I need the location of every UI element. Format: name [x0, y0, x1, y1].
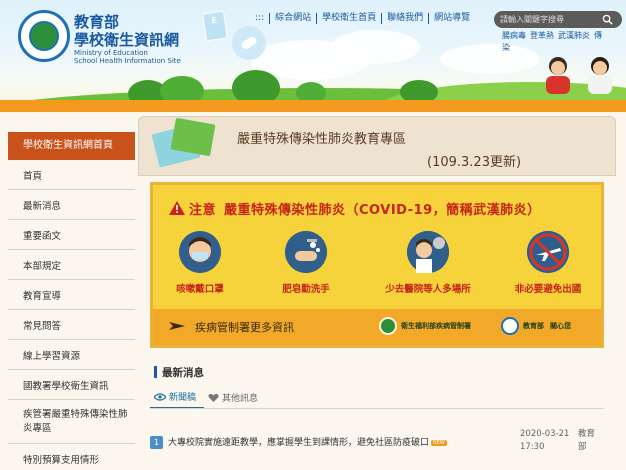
news-headline-link[interactable]: 大專校院實施遠距教學，應掌握學生到課情形，避免社區防疫破口 NEW [168, 435, 468, 448]
tab-label: 新聞稿 [169, 393, 197, 403]
note-decoration [170, 117, 216, 157]
tip-no-travel: 非必要避免出國 [493, 231, 603, 295]
news-datetime: 2020-03-21 17:30 [520, 428, 580, 454]
pill-icon [232, 26, 266, 60]
warning-icon [169, 201, 185, 215]
hot-keywords: 腸病毒 登革熱 武漢肺炎 傳染 [502, 30, 612, 54]
tip-mask: 咳嗽戴口罩 [145, 231, 255, 295]
hot-keyword[interactable]: 腸病毒 [502, 31, 526, 40]
news-section: 最新消息 新聞稿 其他訊息 1 大專校院實施遠距教學，應掌握學生到課情形，避免社… [150, 356, 604, 470]
top-nav-link-home[interactable]: 學校衛生首頁 [316, 13, 381, 24]
site-header: 教育部 學校衛生資訊網 Ministry of Education School… [0, 0, 626, 112]
cloud-decoration [330, 30, 420, 64]
sidebar-item-letters[interactable]: 重要函文 [8, 220, 135, 250]
search-icon[interactable] [602, 14, 613, 25]
news-title: 最新消息 [162, 367, 204, 379]
sidebar-item-online-learning[interactable]: 線上學習資源 [8, 340, 135, 370]
news-headline: 大專校院實施遠距教學，應掌握學生到課情形，避免社區防疫破口 [168, 438, 430, 448]
site-title-en1: Ministry of Education [74, 49, 148, 57]
top-nav: ::: 綜合網站 學校衛生首頁 聯絡我們 網站導覽 [250, 13, 475, 24]
kids-illustration [546, 57, 612, 94]
top-nav-link-portal[interactable]: 綜合網站 [269, 13, 316, 24]
notebook-icon: E [202, 10, 228, 42]
prevention-tips: 咳嗽戴口罩 肥皂勤洗手 少去醫院等人多場所 非必要避免出國 [153, 231, 601, 301]
news-time: 17:30 [520, 442, 545, 452]
face-mask-icon [179, 231, 221, 273]
covid-banner-top: 注意 嚴重特殊傳染性肺炎（COVID-19，簡稱武漢肺炎） 咳嗽戴口罩 肥皂勤洗手 [153, 185, 601, 309]
no-flight-icon [527, 231, 569, 273]
page-banner: 嚴重特殊傳染性肺炎教育專區 (109.3.23更新) [138, 116, 616, 176]
main-content: 嚴重特殊傳染性肺炎教育專區 (109.3.23更新) 注意 嚴重特殊傳染性肺炎（C… [138, 116, 616, 470]
moe-seal-icon [501, 317, 519, 335]
search-input[interactable] [500, 13, 598, 26]
mohw-cdc-logo: 衛生福利部疾病管制署 [379, 317, 471, 335]
site-title-line2: 學校衛生資訊網 [74, 31, 180, 49]
covid-banner[interactable]: 注意 嚴重特殊傳染性肺炎（COVID-19，簡稱武漢肺炎） 咳嗽戴口罩 肥皂勤洗手 [150, 182, 604, 348]
covid-heading: 注意 嚴重特殊傳染性肺炎（COVID-19，簡稱武漢肺炎） [189, 199, 541, 218]
top-nav-link-contact[interactable]: 聯絡我們 [381, 13, 428, 24]
sidebar-header[interactable]: 學校衛生資訊網首頁 [8, 132, 135, 160]
mohw-label: 衛生福利部疾病管制署 [401, 322, 471, 330]
mohw-seal-icon [379, 317, 397, 335]
search-box [494, 11, 622, 28]
top-nav-prefix: ::: [255, 13, 265, 23]
notice-label: 注意 [189, 203, 217, 218]
tip-caption: 少去醫院等人多場所 [385, 284, 471, 295]
site-title-line1: 教育部 [74, 13, 120, 31]
covid-title: 嚴重特殊傳染性肺炎（COVID-19，簡稱武漢肺炎） [224, 203, 541, 218]
news-unit-line1: 教育 [578, 429, 596, 439]
tab-press-release[interactable]: 新聞稿 [150, 390, 205, 409]
hospital-icon [407, 231, 449, 273]
logo-emblem-icon [29, 21, 59, 51]
sidebar-item-k12-health[interactable]: 國教署學校衛生資訊 [8, 370, 135, 400]
news-unit-line2: 部 [578, 442, 587, 452]
tip-caption: 咳嗽戴口罩 [176, 284, 224, 295]
header-bottom-band [0, 100, 626, 112]
cdc-more-info-link[interactable]: 疾病管制署更多資訊 [195, 319, 294, 335]
news-unit: 教育 部 [578, 428, 604, 454]
site-title[interactable]: 教育部 學校衛生資訊網 Ministry of Education School… [74, 13, 181, 66]
tip-caption: 肥皂勤洗手 [282, 284, 330, 295]
sidebar-item-news[interactable]: 最新消息 [8, 190, 135, 220]
page-update-date: (109.3.23更新) [427, 155, 522, 170]
news-title-bar [154, 366, 157, 378]
sidebar: 學校衛生資訊網首頁 首頁 最新消息 重要函文 本部規定 教育宣導 常見問答 線上… [8, 132, 135, 470]
heart-icon [208, 393, 219, 402]
hot-keyword[interactable]: 登革熱 [530, 31, 554, 40]
table-row[interactable]: 1 大專校院實施遠距教學，應掌握學生到課情形，避免社區防疫破口 NEW 2020-… [150, 426, 604, 466]
hand-wash-icon [285, 231, 327, 273]
moe-label: 教育部 [523, 322, 544, 330]
arrow-right-icon [169, 322, 185, 330]
tab-label: 其他訊息 [222, 394, 259, 404]
site-title-en2: School Health Information Site [74, 57, 181, 65]
news-tabs: 新聞稿 其他訊息 [150, 390, 266, 409]
sidebar-item-cdc-covid[interactable]: 疾管署嚴重特殊傳染性肺炎專區 [8, 400, 135, 444]
news-date: 2020-03-21 [520, 429, 570, 439]
tip-handwash: 肥皂勤洗手 [251, 231, 361, 295]
tip-caption: 非必要避免出國 [514, 284, 582, 295]
moe-logo[interactable] [18, 10, 70, 62]
page-title: 嚴重特殊傳染性肺炎教育專區 [237, 132, 407, 147]
top-nav-link-sitemap[interactable]: 網站導覽 [428, 13, 475, 24]
tab-other-news[interactable]: 其他訊息 [204, 390, 266, 409]
sidebar-item-faq[interactable]: 常見問答 [8, 310, 135, 340]
sidebar-item-home[interactable]: 首頁 [8, 160, 135, 190]
moe-concern-label: 關心您 [550, 322, 571, 330]
sidebar-item-promotion[interactable]: 教育宣導 [8, 280, 135, 310]
new-badge: NEW [431, 439, 447, 446]
eye-icon [154, 392, 166, 401]
row-number: 1 [150, 436, 163, 449]
covid-banner-bottom: 疾病管制署更多資訊 衛生福利部疾病管制署 教育部 關心您 [153, 309, 601, 345]
tab-divider [150, 408, 604, 409]
sidebar-item-budget[interactable]: 特別預算支用情形 [8, 444, 135, 470]
tip-avoid-crowds: 少去醫院等人多場所 [373, 231, 483, 295]
hot-keyword[interactable]: 武漢肺炎 [558, 31, 590, 40]
sidebar-item-regulations[interactable]: 本部規定 [8, 250, 135, 280]
moe-footer-logo: 教育部 關心您 [501, 317, 571, 335]
